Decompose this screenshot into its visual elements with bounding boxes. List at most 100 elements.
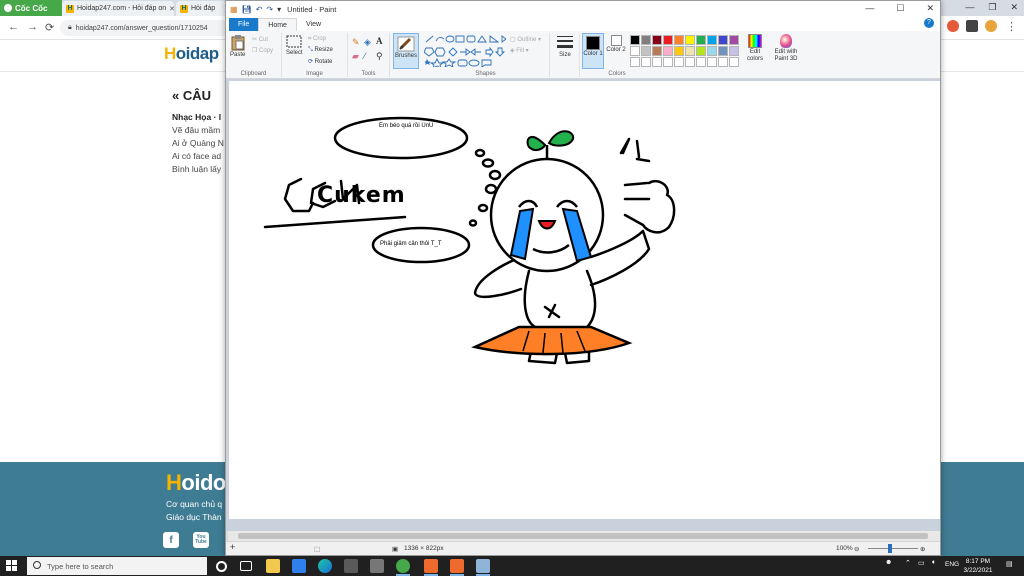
- browser-tab-hoidap-2[interactable]: H Hỏi đáp: [176, 1, 226, 16]
- tab-home[interactable]: Home: [258, 18, 297, 31]
- palette-swatch[interactable]: [630, 57, 640, 67]
- volume-icon[interactable]: 🔈︎: [932, 559, 936, 567]
- address-bar[interactable]: 🔒︎ hoidap247.com/answer_question/1710254: [60, 20, 230, 36]
- facebook-icon[interactable]: f: [163, 532, 179, 548]
- zoom-slider-thumb[interactable]: [888, 544, 892, 553]
- youtube-icon[interactable]: You Tube: [193, 532, 209, 548]
- coccoc-taskbar-icon[interactable]: [396, 559, 410, 576]
- taskbar-search-box[interactable]: Type here to search: [27, 557, 207, 575]
- palette-swatch[interactable]: [630, 46, 640, 56]
- select-button[interactable]: Select: [286, 35, 303, 56]
- palette-swatch[interactable]: [685, 57, 695, 67]
- profile-avatar-icon[interactable]: [985, 20, 997, 32]
- copy-button[interactable]: ❐ Copy: [252, 47, 273, 54]
- size-button[interactable]: Size: [554, 35, 576, 58]
- palette-swatch[interactable]: [707, 35, 717, 45]
- palette-swatch[interactable]: [696, 46, 706, 56]
- palette-swatch[interactable]: [641, 57, 651, 67]
- browser-menu-icon[interactable]: ⋮: [1006, 20, 1017, 33]
- edit-colors-button[interactable]: Edit colors: [744, 34, 766, 63]
- people-icon[interactable]: ☻: [885, 559, 892, 566]
- paste-button[interactable]: Paste: [230, 35, 245, 58]
- palette-swatch[interactable]: [663, 35, 673, 45]
- palette-swatch[interactable]: [729, 46, 739, 56]
- redo-icon[interactable]: ↷: [266, 5, 273, 14]
- palette-swatch[interactable]: [652, 46, 662, 56]
- show-hidden-icons[interactable]: ⌃: [905, 559, 911, 567]
- palette-swatch[interactable]: [718, 46, 728, 56]
- palette-swatch[interactable]: [718, 35, 728, 45]
- palette-swatch[interactable]: [707, 57, 717, 67]
- magnifier-icon[interactable]: ⚲: [376, 51, 383, 62]
- rotate-button[interactable]: ⟳ Rotate: [308, 58, 332, 65]
- brave-taskbar-icon[interactable]: [424, 559, 438, 576]
- browser-tab-hoidap[interactable]: H Hoidap247.com - Hỏi đáp on ✕: [62, 1, 174, 16]
- browser-minimize-button[interactable]: —: [965, 2, 974, 13]
- palette-swatch[interactable]: [630, 35, 640, 45]
- color-picker-icon[interactable]: ⁄: [364, 51, 366, 61]
- shape-fill-button[interactable]: ◈ Fill ▾: [510, 47, 529, 54]
- canvas-horizontal-scrollbar[interactable]: [228, 531, 940, 541]
- network-icon[interactable]: ▭: [918, 559, 925, 567]
- task-view-icon[interactable]: [240, 561, 252, 571]
- paint-taskbar-icon[interactable]: [476, 559, 490, 576]
- reload-icon[interactable]: ⟳: [45, 21, 54, 34]
- cut-button[interactable]: ✂ Cut: [252, 36, 268, 43]
- color-1-button[interactable]: Color 1: [582, 33, 604, 69]
- shape-outline-button[interactable]: ▢ Outline ▾: [510, 36, 541, 43]
- palette-swatch[interactable]: [685, 46, 695, 56]
- zoom-in-button[interactable]: ⊕: [920, 545, 925, 553]
- eraser-icon[interactable]: ▰: [352, 51, 359, 62]
- palette-swatch[interactable]: [729, 57, 739, 67]
- windows-start-button[interactable]: [6, 560, 17, 571]
- edit-with-paint3d-button[interactable]: Edit with Paint 3D: [771, 34, 801, 63]
- palette-swatch[interactable]: [663, 57, 673, 67]
- question-line[interactable]: Ai có face ad: [172, 151, 221, 161]
- paint-minimize-button[interactable]: —: [865, 3, 874, 14]
- palette-swatch[interactable]: [707, 46, 717, 56]
- palette-swatch[interactable]: [652, 57, 662, 67]
- zoom-slider-track[interactable]: [868, 548, 918, 549]
- browser-maximize-button[interactable]: ❐: [988, 2, 996, 13]
- taskbar-clock[interactable]: 8:17 PM 3/22/2021: [958, 557, 998, 575]
- palette-swatch[interactable]: [685, 35, 695, 45]
- paint-close-button[interactable]: ✕: [926, 3, 934, 14]
- fill-bucket-icon[interactable]: ◈: [364, 37, 371, 48]
- brave-taskbar-icon-2[interactable]: [450, 559, 464, 576]
- back-arrow-icon[interactable]: ←: [8, 21, 19, 33]
- coccoc-menu-button[interactable]: Cốc Cốc: [0, 0, 62, 16]
- help-icon[interactable]: ?: [924, 18, 934, 28]
- browser-close-button[interactable]: ✕: [1010, 2, 1018, 13]
- notifications-icon[interactable]: ▤: [1006, 560, 1013, 568]
- save-icon[interactable]: 💾︎: [242, 5, 252, 14]
- palette-swatch[interactable]: [663, 46, 673, 56]
- question-line[interactable]: Vẽ đậu mầm: [172, 125, 220, 135]
- drawing-canvas[interactable]: Em béo quá rồi UnU Phải giảm cân thôi T_…: [229, 81, 940, 519]
- text-tool-icon[interactable]: A: [376, 36, 383, 46]
- zoom-out-button[interactable]: ⊖: [854, 545, 859, 553]
- hoidap-logo[interactable]: Hoidap: [164, 44, 219, 64]
- palette-swatch[interactable]: [674, 46, 684, 56]
- tab-close-icon[interactable]: ✕: [169, 5, 174, 13]
- snipping-tool-icon[interactable]: [370, 559, 384, 573]
- palette-swatch[interactable]: [729, 35, 739, 45]
- tab-view[interactable]: View: [297, 18, 330, 31]
- crop-button[interactable]: ⌗ Crop: [308, 36, 326, 43]
- cortana-icon[interactable]: [216, 561, 227, 572]
- store-icon[interactable]: [344, 559, 358, 573]
- extension-icon[interactable]: [947, 20, 959, 32]
- pencil-icon[interactable]: ✎: [352, 37, 360, 48]
- scrollbar-thumb[interactable]: [238, 533, 928, 539]
- question-line[interactable]: Ai ở Quảng N: [172, 138, 224, 148]
- palette-swatch[interactable]: [674, 57, 684, 67]
- resize-button[interactable]: ⤡ Resize: [308, 47, 333, 54]
- tab-file[interactable]: File: [229, 18, 259, 31]
- palette-swatch[interactable]: [696, 35, 706, 45]
- color-2-button[interactable]: Color 2: [606, 35, 626, 54]
- palette-swatch[interactable]: [641, 46, 651, 56]
- brushes-button[interactable]: Brushes: [393, 33, 419, 69]
- palette-swatch[interactable]: [652, 35, 662, 45]
- palette-swatch[interactable]: [718, 57, 728, 67]
- shapes-gallery-icon[interactable]: [424, 35, 506, 67]
- file-explorer-icon[interactable]: [266, 559, 280, 573]
